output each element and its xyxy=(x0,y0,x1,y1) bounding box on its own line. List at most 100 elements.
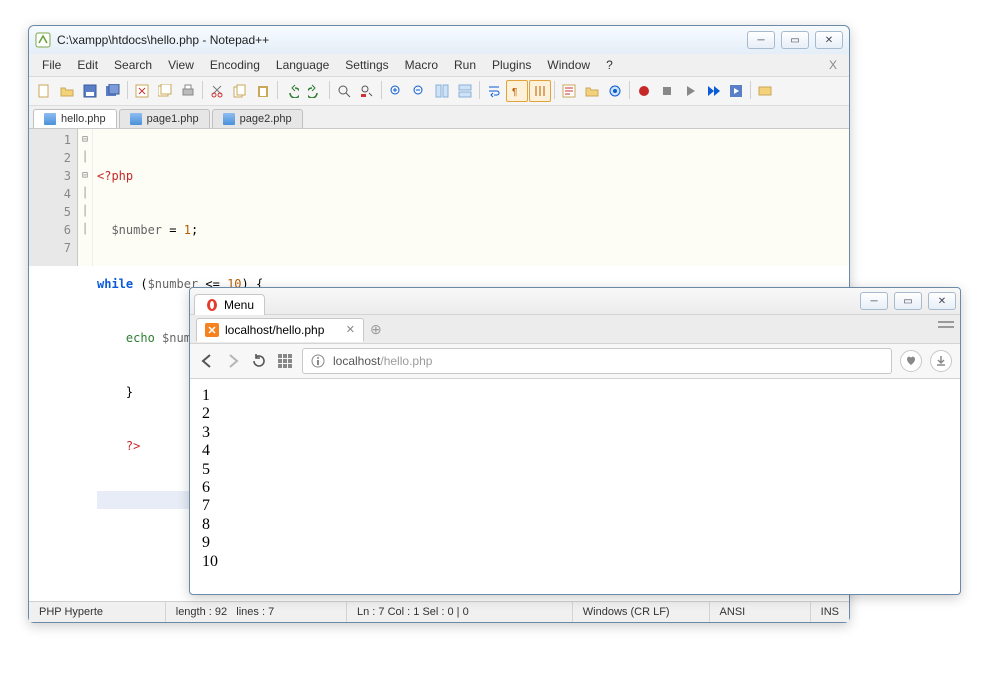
stop-macro-icon[interactable] xyxy=(656,80,678,102)
zoom-in-icon[interactable] xyxy=(385,80,407,102)
browser-close-button[interactable]: ✕ xyxy=(928,292,956,310)
downloads-button[interactable] xyxy=(930,350,952,372)
save-macro-icon[interactable] xyxy=(725,80,747,102)
indent-guide-icon[interactable] xyxy=(529,80,551,102)
window-title: C:\xampp\htdocs\hello.php - Notepad++ xyxy=(57,33,747,47)
file-tabs: hello.php page1.php page2.php xyxy=(29,106,849,129)
copy-icon[interactable] xyxy=(229,80,251,102)
tab-page1[interactable]: page1.php xyxy=(119,109,210,128)
status-lines: lines : 7 xyxy=(236,606,274,618)
toolbar-last-icon[interactable] xyxy=(754,80,776,102)
save-all-icon[interactable] xyxy=(102,80,124,102)
tab-close-icon[interactable]: ✕ xyxy=(346,323,355,336)
sync-v-icon[interactable] xyxy=(431,80,453,102)
titlebar[interactable]: C:\xampp\htdocs\hello.php - Notepad++ ─ … xyxy=(29,26,849,54)
opera-icon xyxy=(205,298,219,312)
menu-encoding[interactable]: Encoding xyxy=(203,56,267,74)
tab-title: localhost/hello.php xyxy=(225,323,324,337)
sync-h-icon[interactable] xyxy=(454,80,476,102)
statusbar: PHP Hyperte length : 92 lines : 7 Ln : 7… xyxy=(29,601,849,622)
folder-icon[interactable] xyxy=(581,80,603,102)
new-file-icon[interactable] xyxy=(33,80,55,102)
close-file-icon[interactable] xyxy=(131,80,153,102)
redo-icon[interactable] xyxy=(304,80,326,102)
output-line: 8 xyxy=(202,516,948,534)
record-macro-icon[interactable] xyxy=(633,80,655,102)
menu-macro[interactable]: Macro xyxy=(398,56,445,74)
back-button[interactable] xyxy=(198,352,216,370)
menubar: File Edit Search View Encoding Language … xyxy=(29,54,849,77)
close-all-icon[interactable] xyxy=(154,80,176,102)
output-line: 1 xyxy=(202,387,948,405)
menubar-close-x[interactable]: X xyxy=(823,56,843,74)
monitor-icon[interactable] xyxy=(604,80,626,102)
code-area[interactable]: <?php $number = 1; while ($number <= 10)… xyxy=(93,129,849,266)
menu-window[interactable]: Window xyxy=(540,56,597,74)
replace-icon[interactable] xyxy=(356,80,378,102)
menu-plugins[interactable]: Plugins xyxy=(485,56,538,74)
cut-icon[interactable] xyxy=(206,80,228,102)
show-all-chars-icon[interactable]: ¶ xyxy=(506,80,528,102)
output-line: 2 xyxy=(202,405,948,423)
speed-dial-button[interactable] xyxy=(276,352,294,370)
save-icon[interactable] xyxy=(79,80,101,102)
toolbar: ¶ xyxy=(29,77,849,106)
app-icon xyxy=(35,32,51,48)
paste-icon[interactable] xyxy=(252,80,274,102)
bookmark-heart-button[interactable] xyxy=(900,350,922,372)
url-input[interactable]: localhost/hello.php xyxy=(302,348,892,374)
minimize-button[interactable]: ─ xyxy=(747,31,775,49)
status-eol: Windows (CR LF) xyxy=(583,606,670,618)
menu-language[interactable]: Language xyxy=(269,56,336,74)
file-icon xyxy=(130,113,142,125)
file-icon xyxy=(44,113,56,125)
output-line: 4 xyxy=(202,442,948,460)
site-info-icon[interactable] xyxy=(311,354,325,368)
opera-menu-button[interactable]: Menu xyxy=(194,294,265,315)
find-icon[interactable] xyxy=(333,80,355,102)
play-macro-icon[interactable] xyxy=(679,80,701,102)
menu-view[interactable]: View xyxy=(161,56,201,74)
undo-icon[interactable] xyxy=(281,80,303,102)
play-multi-icon[interactable] xyxy=(702,80,724,102)
menu-search[interactable]: Search xyxy=(107,56,159,74)
browser-maximize-button[interactable]: ▭ xyxy=(894,292,922,310)
browser-window: Menu ─ ▭ ✕ localhost/hello.php ✕ ⊕ local… xyxy=(189,287,961,595)
status-ins: INS xyxy=(821,606,839,618)
menu-edit[interactable]: Edit xyxy=(70,56,105,74)
wordwrap-icon[interactable] xyxy=(483,80,505,102)
tab-label: page2.php xyxy=(240,113,292,125)
browser-tab[interactable]: localhost/hello.php ✕ xyxy=(196,318,364,342)
svg-text:¶: ¶ xyxy=(512,87,517,98)
menu-settings[interactable]: Settings xyxy=(338,56,395,74)
url-host: localhost xyxy=(333,354,380,368)
url-path: /hello.php xyxy=(380,354,432,368)
status-length: length : 92 xyxy=(176,606,227,618)
browser-minimize-button[interactable]: ─ xyxy=(860,292,888,310)
new-tab-button[interactable]: ⊕ xyxy=(370,321,382,338)
reload-button[interactable] xyxy=(250,352,268,370)
panel-toggle-icon[interactable] xyxy=(938,318,954,332)
zoom-out-icon[interactable] xyxy=(408,80,430,102)
browser-tabs: localhost/hello.php ✕ ⊕ xyxy=(190,315,960,344)
fold-column[interactable]: ⊟│⊟│││ xyxy=(78,129,93,266)
browser-titlebar[interactable]: Menu ─ ▭ ✕ xyxy=(190,288,960,315)
output-line: 5 xyxy=(202,461,948,479)
menu-file[interactable]: File xyxy=(35,56,68,74)
tab-hello[interactable]: hello.php xyxy=(33,109,117,128)
output-line: 9 xyxy=(202,534,948,552)
menu-help[interactable]: ? xyxy=(599,56,620,74)
output-line: 10 xyxy=(202,553,948,571)
forward-button[interactable] xyxy=(224,352,242,370)
maximize-button[interactable]: ▭ xyxy=(781,31,809,49)
menu-label: Menu xyxy=(224,298,254,312)
menu-run[interactable]: Run xyxy=(447,56,483,74)
output-line: 7 xyxy=(202,497,948,515)
editor[interactable]: 1234567 ⊟│⊟│││ <?php $number = 1; while … xyxy=(29,129,849,266)
close-button[interactable]: ✕ xyxy=(815,31,843,49)
open-file-icon[interactable] xyxy=(56,80,78,102)
function-list-icon[interactable] xyxy=(558,80,580,102)
status-lang: PHP Hyperte xyxy=(39,606,103,618)
print-icon[interactable] xyxy=(177,80,199,102)
tab-page2[interactable]: page2.php xyxy=(212,109,303,128)
